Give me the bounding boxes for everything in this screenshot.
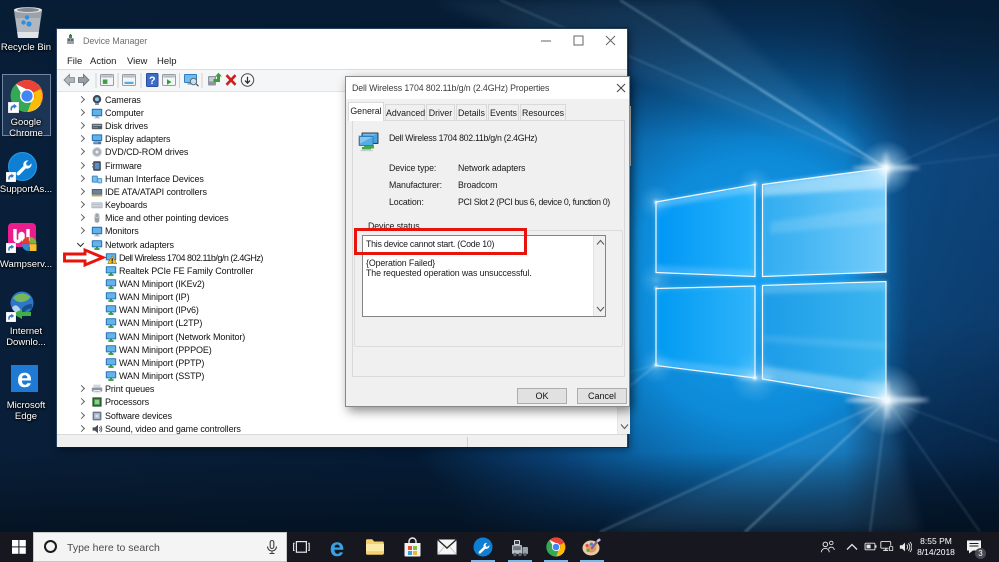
svg-text:?: ?: [149, 75, 156, 87]
